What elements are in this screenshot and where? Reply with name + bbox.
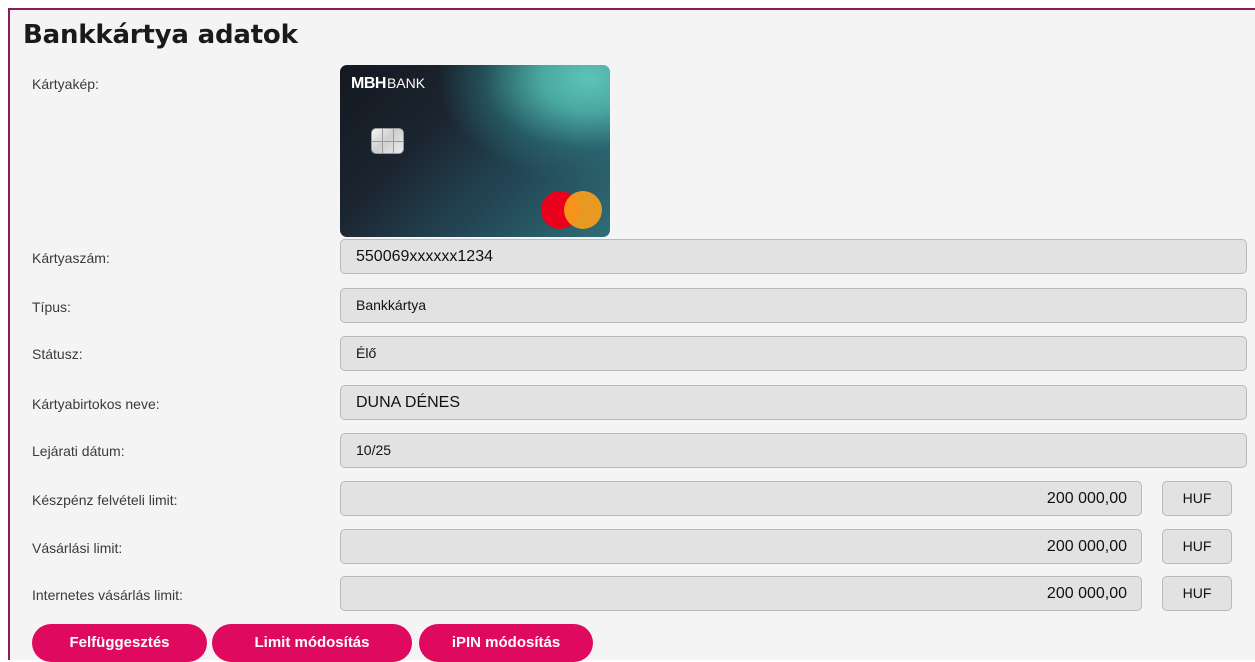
type-field: Bankkártya: [340, 288, 1247, 323]
chip-icon: [371, 128, 404, 154]
internet-limit-currency: HUF: [1162, 576, 1232, 611]
internet-limit-label: Internetes vásárlás limit:: [32, 587, 183, 603]
limit-modify-button[interactable]: Limit módosítás: [212, 624, 412, 662]
status-field: Élő: [340, 336, 1247, 371]
mbh-bank-logo: MBHBANK: [351, 75, 425, 93]
card-number-label: Kártyaszám:: [32, 250, 110, 266]
brand-word-text: BANK: [386, 75, 426, 91]
purchase-limit-label: Vásárlási limit:: [32, 540, 123, 556]
internet-limit-field: 200 000,00: [340, 576, 1142, 611]
purchase-limit-field: 200 000,00: [340, 529, 1142, 564]
ipin-modify-button[interactable]: iPIN módosítás: [419, 624, 593, 662]
suspend-button[interactable]: Felfüggesztés: [32, 624, 207, 662]
cash-limit-currency: HUF: [1162, 481, 1232, 516]
card-number-field: 550069xxxxxx1234: [340, 239, 1247, 274]
holder-name-field: DUNA DÉNES: [340, 385, 1247, 420]
page-title: Bankkártya adatok: [23, 20, 298, 50]
purchase-limit-currency: HUF: [1162, 529, 1232, 564]
type-label: Típus:: [32, 299, 71, 315]
status-label: Státusz:: [32, 346, 83, 362]
card-image-label: Kártyakép:: [32, 76, 99, 92]
cash-limit-field: 200 000,00: [340, 481, 1142, 516]
card-image: MBHBANK: [340, 65, 610, 237]
card-details-panel: Bankkártya adatok Kártyakép: MBHBANK Kár…: [8, 8, 1255, 662]
cash-limit-label: Készpénz felvételi limit:: [32, 492, 178, 508]
brand-logo-text: MBH: [351, 75, 386, 92]
mastercard-logo-icon: [541, 191, 603, 229]
holder-name-label: Kártyabirtokos neve:: [32, 396, 160, 412]
expiry-field: 10/25: [340, 433, 1247, 468]
expiry-label: Lejárati dátum:: [32, 443, 125, 459]
